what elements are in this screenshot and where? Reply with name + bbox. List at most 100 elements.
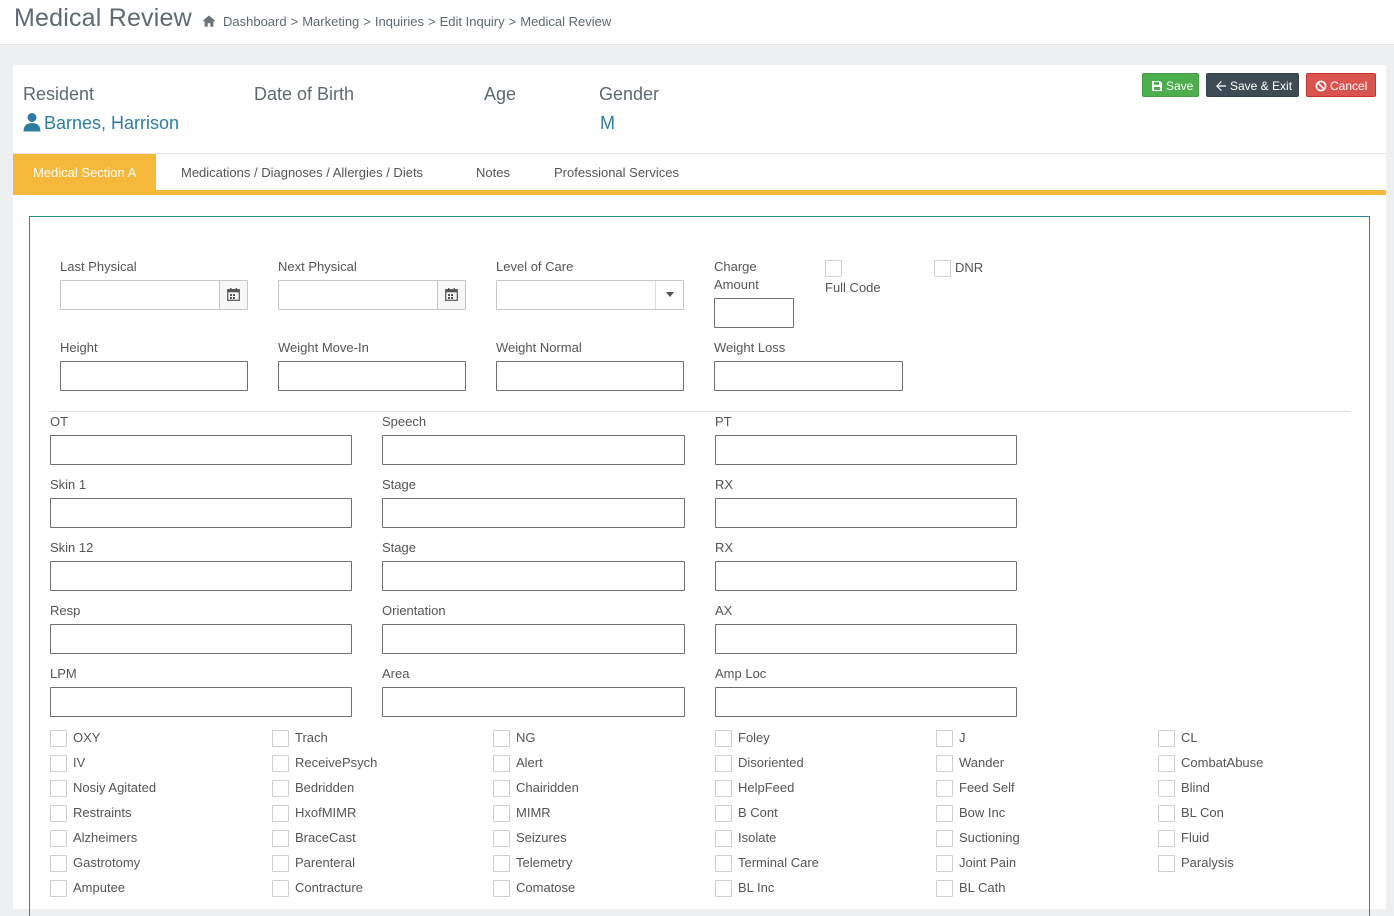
checkbox-alert[interactable] (493, 755, 510, 772)
rx-2-input[interactable] (715, 561, 1017, 591)
checkbox-bl-inc[interactable] (715, 880, 732, 897)
checkbox-isolate[interactable] (715, 830, 732, 847)
checkbox-cl[interactable] (1158, 730, 1175, 747)
checkbox-joint-pain[interactable] (936, 855, 953, 872)
area-input[interactable] (382, 687, 685, 717)
tab-notes[interactable]: Notes (456, 154, 530, 190)
checkbox-label-chairidden: Chairidden (516, 780, 579, 795)
stage-2-input[interactable] (382, 561, 685, 591)
checkbox-label-blind: Blind (1181, 780, 1210, 795)
breadcrumb-marketing[interactable]: Marketing (302, 14, 359, 29)
checkbox-feed-self[interactable] (936, 780, 953, 797)
checkbox-label-bow-inc: Bow Inc (959, 805, 1006, 820)
checkbox-helpfeed[interactable] (715, 780, 732, 797)
checkbox-b-cont[interactable] (715, 805, 732, 822)
tab-medications[interactable]: Medications / Diagnoses / Allergies / Di… (161, 154, 443, 190)
checkbox-fluid[interactable] (1158, 830, 1175, 847)
breadcrumb: Dashboard > Marketing > Inquiries > Edit Inqui… (223, 14, 611, 29)
checkbox-label-suctioning: Suctioning (959, 830, 1020, 845)
rx-1-input[interactable] (715, 498, 1017, 528)
checkbox-label-iv: IV (73, 755, 86, 770)
checkbox-paralysis[interactable] (1158, 855, 1175, 872)
rx-2-label: RX (715, 540, 734, 555)
save-exit-button[interactable]: Save & Exit (1206, 73, 1299, 97)
checkbox-disoriented[interactable] (715, 755, 732, 772)
checkbox-label-telemetry: Telemetry (516, 855, 573, 870)
skin-1-input[interactable] (50, 498, 352, 528)
resident-name-link[interactable]: Barnes, Harrison (44, 113, 179, 134)
checkbox-amputee[interactable] (50, 880, 67, 897)
checkbox-iv[interactable] (50, 755, 67, 772)
calendar-icon[interactable] (219, 281, 247, 309)
checkbox-trach[interactable] (272, 730, 289, 747)
checkbox-receivepsych[interactable] (272, 755, 289, 772)
skin-12-input[interactable] (50, 561, 352, 591)
checkbox-bracecast[interactable] (272, 830, 289, 847)
weight-normal-input[interactable] (496, 361, 684, 391)
ot-input[interactable] (50, 435, 352, 465)
calendar-icon[interactable] (437, 281, 465, 309)
height-input[interactable] (60, 361, 248, 391)
full-code-checkbox[interactable] (825, 260, 842, 277)
resp-input[interactable] (50, 624, 352, 654)
charge-amount-input[interactable] (714, 298, 794, 328)
level-of-care-select[interactable] (496, 280, 684, 310)
checkbox-gastrotomy[interactable] (50, 855, 67, 872)
checkbox-chairidden[interactable] (493, 780, 510, 797)
checkbox-ng[interactable] (493, 730, 510, 747)
checkbox-label-cl: CL (1181, 730, 1198, 745)
tab-medical-section-a[interactable]: Medical Section A (13, 154, 157, 190)
breadcrumb-dashboard[interactable]: Dashboard (223, 14, 287, 29)
checkbox-seizures[interactable] (493, 830, 510, 847)
checkbox-terminal-care[interactable] (715, 855, 732, 872)
medical-section-a-panel: Last Physical Next Physical Level of Car… (29, 216, 1370, 916)
checkbox-bow-inc[interactable] (936, 805, 953, 822)
next-physical-input[interactable] (278, 280, 466, 310)
checkbox-label-paralysis: Paralysis (1181, 855, 1234, 870)
checkbox-restraints[interactable] (50, 805, 67, 822)
home-icon[interactable] (202, 14, 216, 28)
checkbox-suctioning[interactable] (936, 830, 953, 847)
checkbox-blind[interactable] (1158, 780, 1175, 797)
ax-input[interactable] (715, 624, 1017, 654)
checkbox-telemetry[interactable] (493, 855, 510, 872)
last-physical-label: Last Physical (60, 259, 137, 274)
tab-professional-services[interactable]: Professional Services (534, 154, 699, 190)
checkbox-label-alert: Alert (516, 755, 543, 770)
speech-input[interactable] (382, 435, 685, 465)
pt-input[interactable] (715, 435, 1017, 465)
save-button[interactable]: Save (1142, 73, 1199, 97)
checkbox-nosiy-agitated[interactable] (50, 780, 67, 797)
amp-loc-input[interactable] (715, 687, 1017, 717)
resident-label: Resident (23, 84, 95, 104)
checkbox-oxy[interactable] (50, 730, 67, 747)
checkbox-hxofmimr[interactable] (272, 805, 289, 822)
checkbox-contracture[interactable] (272, 880, 289, 897)
checkbox-bl-cath[interactable] (936, 880, 953, 897)
breadcrumb-edit-inquiry[interactable]: Edit Inquiry (440, 14, 505, 29)
checkbox-parenteral[interactable] (272, 855, 289, 872)
orientation-input[interactable] (382, 624, 685, 654)
checkbox-bedridden[interactable] (272, 780, 289, 797)
breadcrumb-inquiries[interactable]: Inquiries (375, 14, 424, 29)
checkbox-bl-con[interactable] (1158, 805, 1175, 822)
user-icon (23, 113, 41, 132)
checkbox-comatose[interactable] (493, 880, 510, 897)
last-physical-input[interactable] (60, 280, 248, 310)
weight-loss-input[interactable] (714, 361, 903, 391)
checkbox-label-joint-pain: Joint Pain (959, 855, 1017, 870)
lpm-input[interactable] (50, 687, 352, 717)
checkbox-mimr[interactable] (493, 805, 510, 822)
stage-1-input[interactable] (382, 498, 685, 528)
checkbox-label-oxy: OXY (73, 730, 101, 745)
breadcrumb-separator: > (290, 14, 299, 29)
dnr-checkbox[interactable] (934, 260, 951, 277)
checkbox-foley[interactable] (715, 730, 732, 747)
checkbox-alzheimers[interactable] (50, 830, 67, 847)
checkbox-j[interactable] (936, 730, 953, 747)
cancel-button[interactable]: Cancel (1306, 73, 1376, 97)
breadcrumb-separator: > (508, 14, 517, 29)
checkbox-wander[interactable] (936, 755, 953, 772)
checkbox-combatabuse[interactable] (1158, 755, 1175, 772)
weight-move-in-input[interactable] (278, 361, 466, 391)
